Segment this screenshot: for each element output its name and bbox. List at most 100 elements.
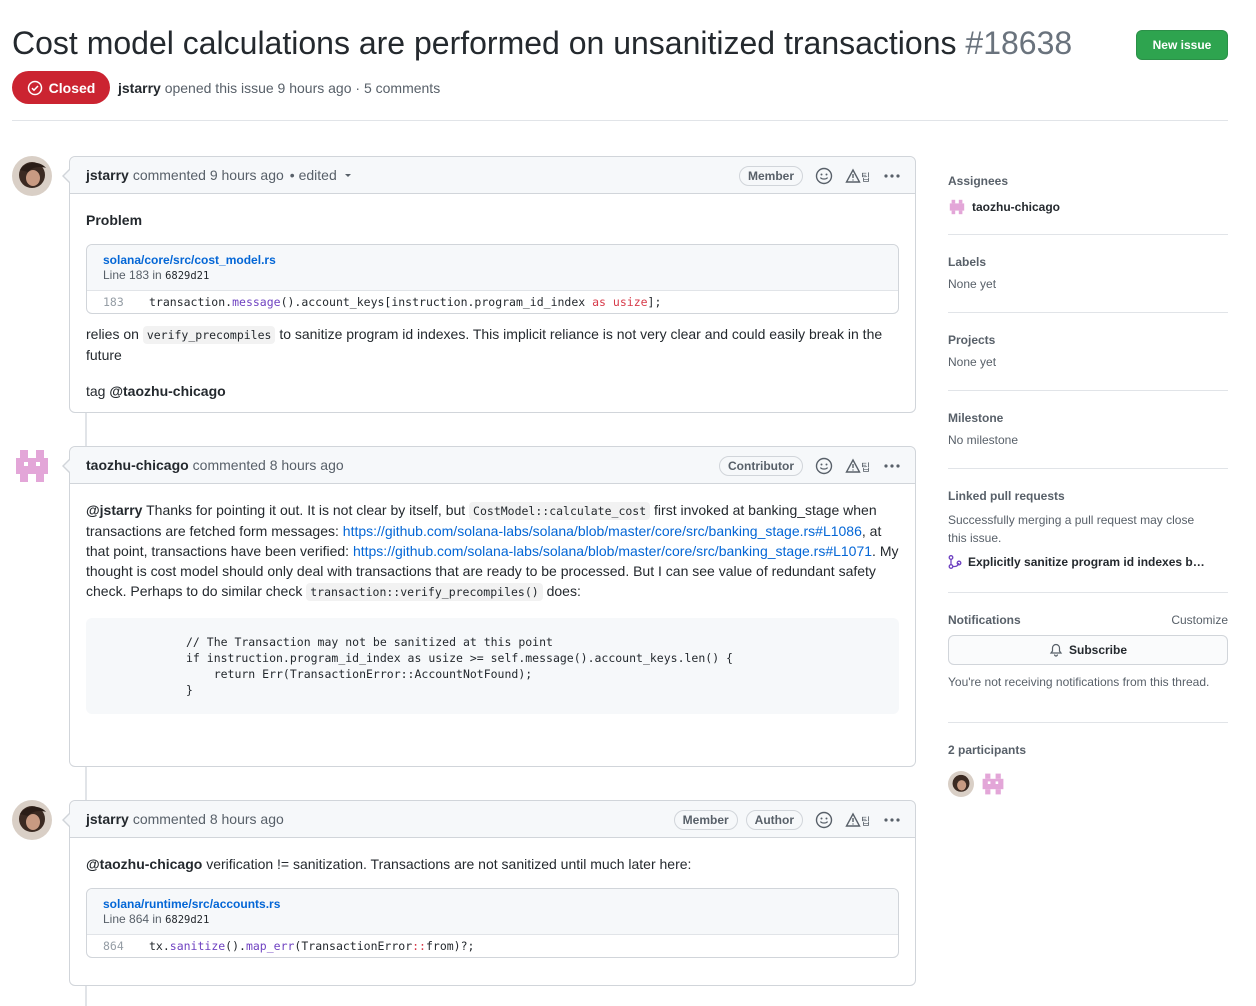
sidebar-heading: 2 participants [948, 743, 1027, 757]
comment: jstarry commented 9 hours ago • edited M… [62, 156, 916, 413]
code-token: ().account_keys[instruction.program_id_i… [280, 295, 593, 309]
chevron-down-icon[interactable] [343, 170, 353, 180]
kebab-menu-icon[interactable] [883, 173, 901, 179]
report-icon[interactable]: 팁 [845, 812, 871, 828]
assignee-name[interactable]: taozhu-chicago [972, 200, 1060, 214]
comment: taozhu-chicago commented 8 hours ago Con… [62, 446, 916, 767]
snippet-line-info: Line 183 in 6829d21 [103, 268, 882, 284]
user-mention[interactable]: @jstarry [86, 502, 142, 518]
sidebar-projects: Projects None yet [948, 313, 1228, 391]
participant-avatar-icon[interactable] [948, 771, 974, 797]
avatar-photo-icon [12, 156, 52, 196]
snippet-header: solana/core/src/cost_model.rs Line 183 i… [87, 245, 898, 291]
snippet-line-info: Line 864 in 6829d21 [103, 912, 882, 928]
snippet-path-link[interactable]: solana/core/src/cost_model.rs [103, 253, 882, 268]
kebab-menu-icon[interactable] [883, 463, 901, 469]
edited-label[interactable]: • edited [290, 167, 337, 183]
customize-link[interactable]: Customize [1171, 613, 1228, 627]
comment-author[interactable]: jstarry [86, 811, 129, 827]
issue-number: #18638 [965, 25, 1073, 61]
line-number: 864 [103, 939, 124, 953]
sidebar-heading[interactable]: Milestone [948, 411, 1228, 425]
line-number: 183 [103, 295, 124, 309]
comment-header: jstarry commented 9 hours ago • edited M… [70, 157, 915, 194]
comment: jstarry commented 8 hours ago Member Aut… [62, 800, 916, 986]
kebab-menu-icon[interactable] [883, 817, 901, 823]
link[interactable]: https://github.com/solana-labs/solana/bl… [343, 523, 862, 539]
identicon-icon [12, 446, 52, 486]
sidebar-value: None yet [948, 277, 997, 291]
snippet-code-line: 864 tx.sanitize().map_err(TransactionErr… [87, 935, 898, 957]
text-span: relies on [86, 326, 139, 342]
issue-title: Cost model calculations are performed on… [12, 22, 1072, 64]
comment-paragraph: relies on verify_precompiles to sanitize… [86, 324, 899, 365]
code-token: usize [612, 295, 648, 309]
role-label: Member [738, 165, 803, 186]
comment-body: Problem solana/core/src/cost_model.rs Li… [70, 194, 915, 417]
avatar[interactable] [12, 446, 52, 486]
issue-meta-text: opened this issue 9 hours ago · 5 commen… [164, 80, 441, 96]
snippet-line-text: Line 183 in [103, 268, 162, 282]
sidebar-heading[interactable]: Labels [948, 255, 1228, 269]
comment-time[interactable]: commented 9 hours ago [133, 167, 284, 183]
user-mention[interactable]: @taozhu-chicago [109, 383, 225, 399]
comment-actions: Member 팁 [738, 157, 901, 194]
code-token: tx. [149, 939, 170, 953]
assignee-item[interactable]: taozhu-chicago [948, 198, 1228, 216]
sidebar: Assignees taozhu-chicago Labels None yet… [948, 160, 1228, 797]
comment-actions: Member Author 팁 [673, 801, 901, 838]
participant-identicon-icon[interactable] [980, 771, 1006, 797]
sidebar-heading[interactable]: Assignees [948, 174, 1228, 188]
status-label: Closed [48, 79, 96, 96]
status-badge: Closed [12, 71, 110, 104]
sidebar-heading[interactable]: Projects [948, 333, 1228, 347]
comment-time[interactable]: commented 8 hours ago [193, 457, 344, 473]
comment-author[interactable]: jstarry [86, 167, 129, 183]
link[interactable]: https://github.com/solana-labs/solana/bl… [353, 543, 872, 559]
smiley-icon[interactable] [815, 167, 833, 185]
avatar[interactable] [12, 156, 52, 196]
comment-header: taozhu-chicago commented 8 hours ago Con… [70, 447, 915, 484]
sidebar-notifications: Notifications Customize Subscribe You're… [948, 593, 1228, 723]
code-block: // The Transaction may not be sanitized … [86, 618, 899, 714]
sidebar-labels: Labels None yet [948, 235, 1228, 313]
snippet-path-link[interactable]: solana/runtime/src/accounts.rs [103, 897, 882, 912]
linked-pr-title[interactable]: Explicitly sanitize program id indexes b… [968, 555, 1205, 569]
comment-paragraph: @taozhu-chicago verification != sanitiza… [86, 854, 899, 874]
code-token: (TransactionError [294, 939, 413, 953]
code-token: ]; [647, 295, 662, 309]
sidebar-participants: 2 participants [948, 723, 1228, 797]
report-icon[interactable]: 팁 [845, 168, 871, 184]
sidebar-heading[interactable]: Linked pull requests [948, 489, 1228, 503]
code-snippet: solana/runtime/src/accounts.rs Line 864 … [86, 888, 899, 958]
code-token: message [232, 295, 281, 309]
subscribe-button[interactable]: Subscribe [948, 635, 1228, 665]
header-divider [12, 120, 1228, 121]
linked-pr-item[interactable]: Explicitly sanitize program id indexes b… [948, 555, 1228, 569]
issue-closed-icon [27, 80, 42, 95]
sidebar-value: Successfully merging a pull request may … [948, 513, 1195, 545]
code-token: sanitize [169, 939, 226, 953]
svg-text:팁: 팁 [861, 816, 870, 828]
comment-author[interactable]: taozhu-chicago [86, 457, 189, 473]
new-issue-button[interactable]: New issue [1136, 30, 1228, 60]
code-token: (). [225, 939, 246, 953]
code-token: :: [412, 939, 426, 953]
smiley-icon[interactable] [815, 811, 833, 829]
report-icon[interactable]: 팁 [845, 458, 871, 474]
sidebar-linked-prs: Linked pull requests Successfully mergin… [948, 469, 1228, 593]
role-label: Member [673, 809, 738, 830]
code-text: tx.sanitize().map_err(TransactionError::… [149, 936, 474, 956]
identicon-icon [949, 199, 965, 215]
snippet-header: solana/runtime/src/accounts.rs Line 864 … [87, 889, 898, 935]
snippet-commit[interactable]: 6829d21 [165, 270, 209, 282]
issue-author[interactable]: jstarry [118, 80, 161, 96]
comment-header: jstarry commented 8 hours ago Member Aut… [70, 801, 915, 838]
avatar[interactable] [12, 800, 52, 840]
snippet-commit[interactable]: 6829d21 [165, 914, 209, 926]
user-mention[interactable]: @taozhu-chicago [86, 856, 202, 872]
text-span: Thanks for pointing it out. It is not cl… [146, 502, 466, 518]
smiley-icon[interactable] [815, 457, 833, 475]
comment-time[interactable]: commented 8 hours ago [133, 811, 284, 827]
comment-paragraph: @jstarry Thanks for pointing it out. It … [86, 500, 899, 602]
